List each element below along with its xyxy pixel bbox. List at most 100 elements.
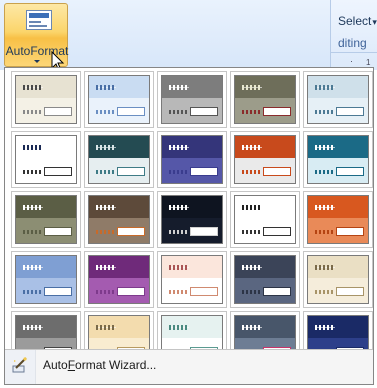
preview-logo-pattern bbox=[96, 205, 116, 210]
style-preview bbox=[88, 75, 150, 124]
preview-logo-pattern bbox=[315, 145, 335, 150]
preview-logo-pattern bbox=[23, 265, 43, 270]
style-preview bbox=[15, 135, 77, 184]
ruler-number: 1 bbox=[366, 58, 371, 67]
autoformat-style-thumbnail[interactable] bbox=[157, 71, 227, 128]
preview-logo-pattern bbox=[315, 325, 335, 330]
preview-input-box bbox=[117, 287, 145, 296]
preview-input-box bbox=[336, 167, 364, 176]
autoformat-style-thumbnail[interactable] bbox=[157, 191, 227, 248]
preview-label-pattern bbox=[242, 230, 260, 234]
preview-logo-pattern bbox=[23, 145, 43, 150]
autoformat-style-thumbnail[interactable] bbox=[157, 131, 227, 188]
editing-group-label: diting bbox=[338, 36, 367, 50]
preview-logo-pattern bbox=[242, 85, 262, 90]
preview-input-box bbox=[117, 107, 145, 116]
preview-logo-pattern bbox=[242, 325, 262, 330]
style-preview bbox=[307, 195, 369, 244]
preview-label-pattern bbox=[169, 230, 187, 234]
preview-logo-pattern bbox=[169, 85, 189, 90]
preview-logo-pattern bbox=[169, 325, 189, 330]
style-preview bbox=[88, 135, 150, 184]
preview-input-box bbox=[336, 227, 364, 236]
preview-label-pattern bbox=[23, 230, 41, 234]
autoformat-style-thumbnail[interactable] bbox=[11, 191, 81, 248]
preview-logo-pattern bbox=[242, 145, 262, 150]
preview-label-pattern bbox=[315, 290, 333, 294]
preview-input-box bbox=[263, 227, 291, 236]
autoformat-style-thumbnail[interactable] bbox=[230, 131, 300, 188]
autoformat-style-thumbnail[interactable] bbox=[11, 131, 81, 188]
autoformat-style-thumbnail[interactable] bbox=[303, 191, 373, 248]
style-preview bbox=[234, 75, 296, 124]
preview-logo-pattern bbox=[169, 145, 189, 150]
style-preview bbox=[161, 255, 223, 304]
preview-input-box bbox=[263, 107, 291, 116]
style-preview bbox=[15, 195, 77, 244]
preview-logo-pattern bbox=[23, 85, 43, 90]
autoformat-style-thumbnail[interactable] bbox=[11, 251, 81, 308]
wizard-wand-icon bbox=[12, 357, 27, 373]
preview-logo-pattern bbox=[315, 205, 335, 210]
preview-logo-pattern bbox=[169, 205, 189, 210]
autoformat-style-thumbnail[interactable] bbox=[84, 191, 154, 248]
autoformat-style-thumbnail[interactable] bbox=[84, 131, 154, 188]
preview-input-box bbox=[44, 167, 72, 176]
preview-label-pattern bbox=[242, 110, 260, 114]
preview-label-pattern bbox=[315, 110, 333, 114]
style-preview bbox=[307, 75, 369, 124]
style-preview bbox=[88, 195, 150, 244]
autoformat-style-thumbnail[interactable] bbox=[157, 251, 227, 308]
autoformat-style-thumbnail[interactable] bbox=[230, 251, 300, 308]
style-preview bbox=[307, 135, 369, 184]
autoformat-style-thumbnail[interactable] bbox=[303, 131, 373, 188]
preview-label-pattern bbox=[242, 290, 260, 294]
preview-logo-pattern bbox=[23, 205, 43, 210]
chevron-down-icon: ▾ bbox=[372, 17, 377, 27]
preview-input-box bbox=[117, 167, 145, 176]
preview-logo-pattern bbox=[96, 145, 116, 150]
autoformat-style-thumbnail[interactable] bbox=[303, 251, 373, 308]
autoformat-style-thumbnail[interactable] bbox=[84, 251, 154, 308]
preview-input-box bbox=[44, 287, 72, 296]
preview-label-pattern bbox=[96, 110, 114, 114]
preview-logo-pattern bbox=[242, 265, 262, 270]
style-preview bbox=[234, 135, 296, 184]
style-preview bbox=[234, 195, 296, 244]
autoformat-icon bbox=[26, 10, 52, 30]
autoformat-wizard-menu-item[interactable]: AutoFormat Wizard... bbox=[5, 351, 373, 379]
style-grid bbox=[11, 71, 373, 368]
preview-input-box bbox=[336, 107, 364, 116]
preview-input-box bbox=[117, 227, 145, 236]
preview-label-pattern bbox=[96, 170, 114, 174]
style-preview bbox=[15, 75, 77, 124]
autoformat-style-thumbnail[interactable] bbox=[84, 71, 154, 128]
style-preview bbox=[161, 135, 223, 184]
preview-label-pattern bbox=[315, 170, 333, 174]
preview-logo-pattern bbox=[23, 325, 43, 330]
style-preview bbox=[234, 255, 296, 304]
preview-label-pattern bbox=[23, 170, 41, 174]
preview-input-box bbox=[190, 167, 218, 176]
select-label: Select bbox=[338, 14, 372, 28]
chevron-down-icon bbox=[34, 60, 40, 63]
style-preview bbox=[161, 75, 223, 124]
preview-input-box bbox=[44, 107, 72, 116]
preview-label-pattern bbox=[169, 110, 187, 114]
preview-input-box bbox=[190, 287, 218, 296]
preview-input-box bbox=[263, 167, 291, 176]
preview-logo-pattern bbox=[96, 265, 116, 270]
autoformat-style-thumbnail[interactable] bbox=[303, 71, 373, 128]
preview-label-pattern bbox=[96, 230, 114, 234]
style-preview bbox=[307, 255, 369, 304]
select-button[interactable]: Select▾ bbox=[338, 14, 377, 28]
autoformat-style-thumbnail[interactable] bbox=[11, 71, 81, 128]
preview-logo-pattern bbox=[169, 265, 189, 270]
preview-input-box bbox=[44, 227, 72, 236]
preview-label-pattern bbox=[242, 170, 260, 174]
autoformat-style-thumbnail[interactable] bbox=[230, 71, 300, 128]
preview-input-box bbox=[263, 287, 291, 296]
autoformat-wizard-label: AutoFormat Wizard... bbox=[43, 358, 157, 372]
autoformat-style-thumbnail[interactable] bbox=[230, 191, 300, 248]
style-preview bbox=[88, 255, 150, 304]
